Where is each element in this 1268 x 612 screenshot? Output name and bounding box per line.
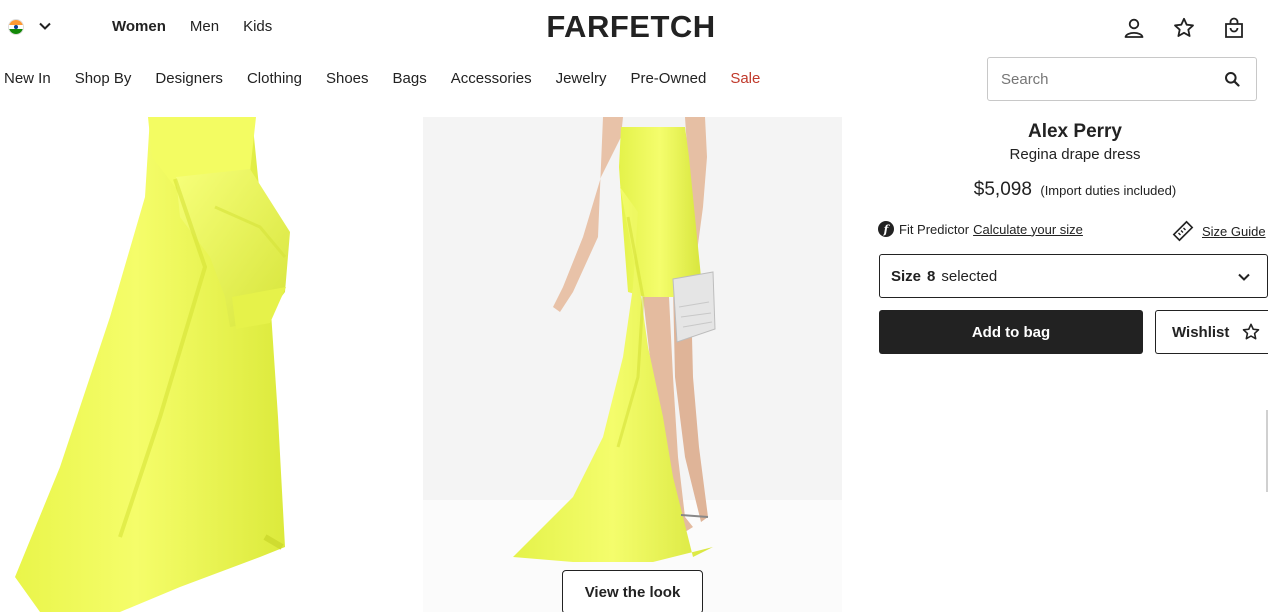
nav-accessories[interactable]: Accessories — [451, 68, 532, 90]
size-selected-text: selected — [941, 267, 998, 285]
category-nav: New In Shop By Designers Clothing Shoes … — [4, 68, 784, 90]
calculate-size-link[interactable]: Calculate your size — [973, 222, 1083, 237]
header-icons — [1122, 16, 1246, 40]
search-box — [987, 57, 1257, 101]
nav-shop-by[interactable]: Shop By — [75, 68, 132, 90]
nav-jewelry[interactable]: Jewelry — [556, 68, 607, 90]
ruler-icon — [1172, 220, 1194, 242]
size-guide-label[interactable]: Size Guide — [1202, 224, 1266, 239]
tab-kids[interactable]: Kids — [243, 17, 272, 37]
star-icon — [1243, 323, 1260, 340]
size-guide-link[interactable]: Size Guide — [1172, 220, 1266, 242]
account-icon[interactable] — [1122, 16, 1146, 40]
gender-tabs: Women Men Kids — [112, 17, 296, 37]
view-the-look-button[interactable]: View the look — [562, 570, 703, 612]
fit-predictor-label: Fit Predictor — [899, 221, 970, 237]
chevron-down-icon[interactable] — [37, 18, 53, 34]
product-image-detail[interactable] — [0, 117, 400, 612]
nav-shoes[interactable]: Shoes — [326, 68, 369, 90]
product-image-model[interactable] — [423, 117, 842, 612]
chevron-down-icon — [1238, 273, 1250, 281]
product-name: Regina drape dress — [1009, 146, 1141, 163]
top-bar: Women Men Kids FARFETCH — [0, 0, 1268, 54]
nav-pre-owned[interactable]: Pre-Owned — [630, 68, 706, 90]
india-flag-icon[interactable] — [8, 19, 24, 35]
nav-clothing[interactable]: Clothing — [247, 68, 302, 90]
shopping-bag-icon[interactable] — [1222, 16, 1246, 40]
search-icon[interactable] — [1224, 71, 1240, 87]
size-value: 8 — [927, 267, 936, 285]
nav-new-in[interactable]: New In — [4, 68, 51, 90]
import-duties-note: (Import duties included) — [1040, 183, 1177, 198]
wishlist-button[interactable]: Wishlist — [1155, 310, 1268, 354]
nav-designers[interactable]: Designers — [155, 68, 223, 90]
fit-predictor: f Fit Predictor Calculate your size — [878, 221, 1083, 237]
wishlist-label: Wishlist — [1172, 323, 1230, 341]
product-brand[interactable]: Alex Perry — [880, 121, 1268, 143]
fit-predictor-icon: f — [878, 221, 894, 237]
farfetch-logo[interactable]: FARFETCH — [529, 10, 733, 44]
add-to-bag-button[interactable]: Add to bag — [879, 310, 1143, 354]
tab-women[interactable]: Women — [112, 17, 166, 37]
wishlist-star-icon[interactable] — [1172, 16, 1196, 40]
product-price: $5,098 — [973, 179, 1032, 200]
nav-bags[interactable]: Bags — [393, 68, 427, 90]
price-row: $5,098 (Import duties included) — [880, 179, 1268, 202]
nav-sale[interactable]: Sale — [730, 68, 760, 90]
tab-men[interactable]: Men — [190, 17, 219, 37]
size-prefix: Size — [891, 267, 922, 285]
size-selector[interactable]: Size 8 selected — [879, 254, 1268, 298]
search-input[interactable] — [988, 59, 1224, 99]
